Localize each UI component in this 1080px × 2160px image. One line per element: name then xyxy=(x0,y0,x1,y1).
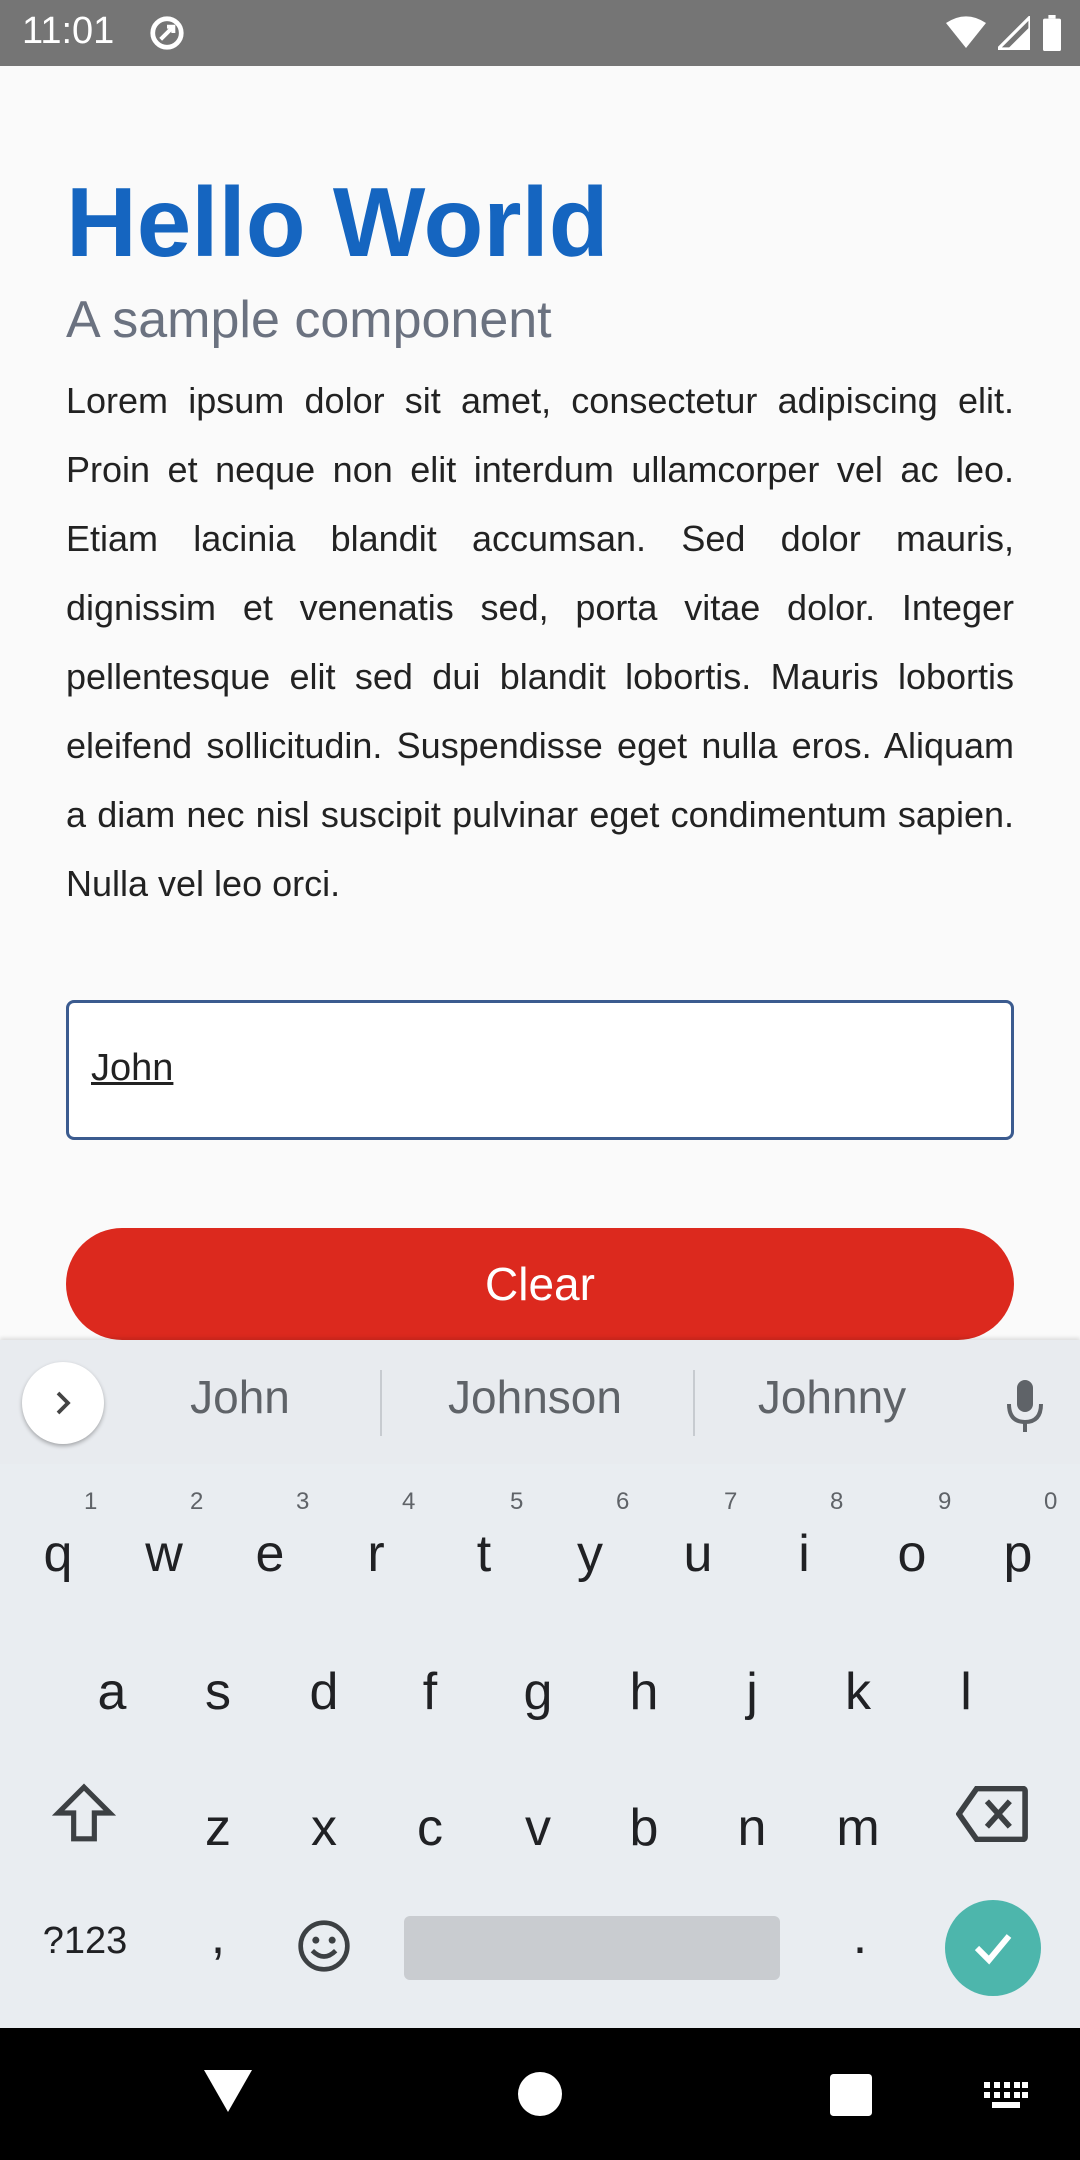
data-saver-icon xyxy=(150,16,184,50)
chevron-right-icon xyxy=(56,1391,71,1415)
backspace-key-icon[interactable] xyxy=(956,1786,1028,1842)
main-content: Hello World A sample component Lorem ips… xyxy=(66,160,1014,918)
wifi-icon xyxy=(946,16,986,48)
comma-key[interactable]: , xyxy=(178,1906,258,1966)
key-h[interactable]: h xyxy=(604,1662,684,1722)
key-o[interactable]: o xyxy=(872,1524,952,1584)
body-paragraph: Lorem ipsum dolor sit amet, consectetur … xyxy=(66,380,1014,904)
key-a[interactable]: a xyxy=(72,1662,152,1722)
key-k[interactable]: k xyxy=(818,1662,898,1722)
suggestion-bar: John Johnson Johnny xyxy=(0,1340,1080,1464)
key-hint-number: 4 xyxy=(402,1488,416,1515)
key-hint-number: 5 xyxy=(510,1488,524,1515)
suggestion-3[interactable]: Johnny xyxy=(720,1370,944,1424)
status-bar: 11:01 xyxy=(0,0,1080,66)
expand-toolbar-button[interactable] xyxy=(22,1362,104,1444)
keyboard-switch-icon[interactable] xyxy=(984,2082,1028,2110)
key-j[interactable]: j xyxy=(712,1662,792,1722)
key-z[interactable]: z xyxy=(178,1798,258,1858)
key-d[interactable]: d xyxy=(284,1662,364,1722)
key-q[interactable]: q xyxy=(18,1524,98,1584)
page-subtitle: A sample component xyxy=(66,291,552,349)
suggestion-2[interactable]: Johnson xyxy=(410,1370,660,1424)
status-time: 11:01 xyxy=(22,10,115,52)
enter-key[interactable] xyxy=(945,1900,1041,1996)
key-x[interactable]: x xyxy=(284,1798,364,1858)
shift-key-icon[interactable] xyxy=(52,1782,116,1844)
key-f[interactable]: f xyxy=(390,1662,470,1722)
symbols-key[interactable]: ?123 xyxy=(30,1920,140,1963)
key-u[interactable]: u xyxy=(658,1524,738,1584)
key-c[interactable]: c xyxy=(390,1798,470,1858)
key-b[interactable]: b xyxy=(604,1798,684,1858)
suggestion-1[interactable]: John xyxy=(150,1370,330,1424)
key-hint-number: 8 xyxy=(830,1488,844,1515)
key-hint-number: 2 xyxy=(190,1488,204,1515)
key-y[interactable]: y xyxy=(550,1524,630,1584)
key-hint-number: 7 xyxy=(724,1488,738,1515)
suggestion-divider xyxy=(380,1370,382,1436)
key-hint-number: 3 xyxy=(296,1488,310,1515)
key-t[interactable]: t xyxy=(444,1524,524,1584)
key-v[interactable]: v xyxy=(498,1798,578,1858)
spacebar-key[interactable] xyxy=(404,1916,780,1980)
clear-button[interactable]: Clear xyxy=(66,1228,1014,1340)
page-title: Hello World xyxy=(66,167,609,277)
emoji-key-icon[interactable] xyxy=(296,1918,352,1974)
key-hint-number: 9 xyxy=(938,1488,952,1515)
soft-keyboard: John Johnson Johnny q 1w 2e 3r 4 t 5y 6 u 7i 8 o 9p 0… xyxy=(0,1340,1080,2028)
checkmark-icon xyxy=(974,1934,1012,1965)
status-icons xyxy=(946,10,1062,56)
suggestion-divider xyxy=(693,1370,695,1436)
key-g[interactable]: g xyxy=(498,1662,578,1722)
key-n[interactable]: n xyxy=(712,1798,792,1858)
key-hint-number: 6 xyxy=(616,1488,630,1515)
microphone-icon[interactable] xyxy=(1000,1378,1050,1434)
key-s[interactable]: s xyxy=(178,1662,258,1722)
key-r[interactable]: r xyxy=(336,1524,416,1584)
navigation-bar xyxy=(0,2028,1080,2160)
period-key[interactable]: . xyxy=(820,1906,900,1966)
key-hint-number: 1 xyxy=(84,1488,98,1515)
key-w[interactable]: w xyxy=(124,1524,204,1584)
key-i[interactable]: i xyxy=(764,1524,844,1584)
signal-icon xyxy=(998,16,1030,50)
key-l[interactable]: l xyxy=(926,1662,1006,1722)
home-icon[interactable] xyxy=(518,2072,562,2116)
key-e[interactable]: e xyxy=(230,1524,310,1584)
back-icon[interactable] xyxy=(204,2070,252,2112)
recents-icon[interactable] xyxy=(830,2074,872,2116)
key-hint-number: 0 xyxy=(1044,1488,1058,1515)
name-input[interactable]: John xyxy=(66,1000,1014,1140)
input-value: John xyxy=(91,1047,174,1089)
battery-icon xyxy=(1043,15,1061,51)
key-m[interactable]: m xyxy=(818,1798,898,1858)
key-p[interactable]: p xyxy=(978,1524,1058,1584)
